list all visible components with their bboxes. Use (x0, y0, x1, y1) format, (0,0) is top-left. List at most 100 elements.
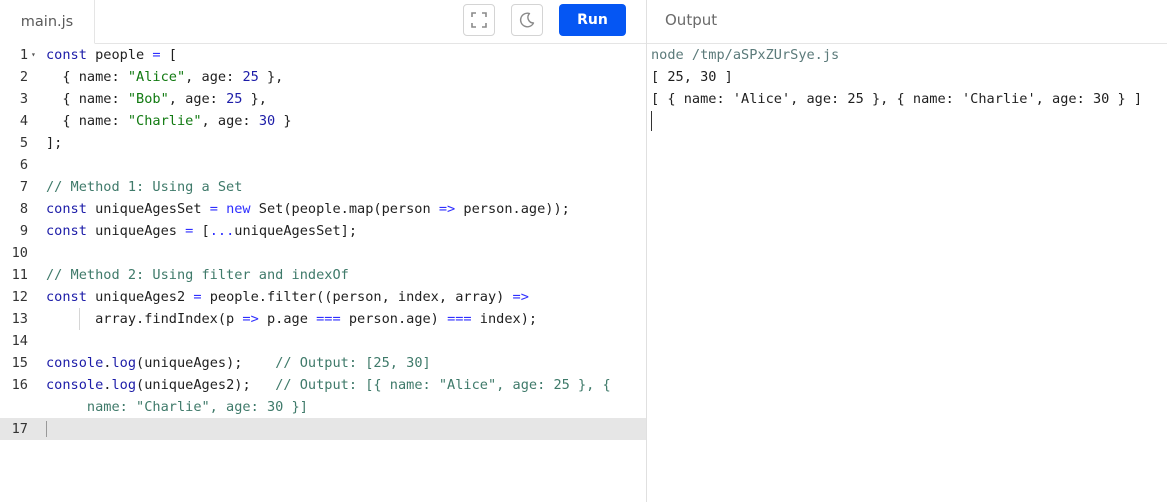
code-text: array.findIndex(p => p.age === person.ag… (46, 308, 537, 330)
code-token: const (46, 201, 87, 217)
fullscreen-button[interactable] (463, 4, 495, 36)
code-token: "Charlie" (127, 113, 202, 129)
code-token: { name: (46, 113, 128, 129)
line-number: 13 (11, 311, 28, 327)
code-text: const uniqueAges = [...uniqueAgesSet]; (46, 220, 357, 242)
line-number: 9 (19, 223, 28, 239)
code-token: console (46, 355, 104, 371)
code-line[interactable]: 12 const uniqueAges2 = people.filter((per… (0, 286, 647, 308)
code-token: p.age (258, 311, 317, 327)
code-token: console (46, 377, 104, 393)
fullscreen-icon (471, 12, 487, 28)
code-text: { name: "Bob", age: 25 }, (46, 88, 267, 110)
code-token: ... (209, 223, 235, 239)
code-line[interactable]: 10 (0, 242, 647, 264)
line-number: 16 (11, 377, 28, 393)
code-text: console.log(uniqueAges2); // Output: [{ … (46, 374, 611, 396)
code-line[interactable]: 4 { name: "Charlie", age: 30 } (0, 110, 647, 132)
code-editor[interactable]: 1 ▾ const people = [2 { name: "Alice", age… (0, 44, 647, 502)
text-cursor (46, 421, 47, 437)
code-token: } (275, 113, 292, 129)
editor-toolbar: main.js Run (0, 0, 647, 44)
code-token: "Alice" (127, 69, 186, 85)
line-number: 3 (19, 91, 28, 107)
code-token: === (316, 311, 341, 327)
moon-icon (519, 12, 535, 28)
code-token: (uniqueAges); (136, 355, 276, 371)
code-text: // Method 1: Using a Set (46, 176, 242, 198)
code-token: 25 (242, 69, 259, 85)
code-token: { name: (46, 91, 128, 107)
code-token: 30 (258, 113, 276, 129)
code-token: = (209, 201, 218, 217)
code-line[interactable]: 8 const uniqueAgesSet = new Set(people.ma… (0, 198, 647, 220)
output-pane: Output node /tmp/aSPxZUrSye.js [ 25, 30 … (647, 0, 1167, 502)
code-token: (uniqueAges2); (136, 377, 276, 393)
line-number: 4 (19, 113, 28, 129)
line-number: 7 (19, 179, 28, 195)
code-token: = (152, 47, 161, 63)
code-token: const (46, 289, 87, 305)
output-command-line: node /tmp/aSPxZUrSye.js (651, 47, 840, 63)
code-token: const (46, 47, 87, 63)
line-number: 17 (11, 421, 28, 437)
code-line[interactable]: 14 (0, 330, 647, 352)
code-line[interactable]: 15 console.log(uniqueAges); // Output: [2… (0, 352, 647, 374)
code-token: = (193, 289, 202, 305)
editor-pane: main.js Run 1 ▾ const people = [2 { name: … (0, 0, 647, 502)
code-token: "Bob" (127, 91, 169, 107)
code-token: uniqueAges (86, 223, 186, 239)
code-line[interactable]: 1 ▾ const people = [ (0, 44, 647, 66)
code-text: { name: "Charlie", age: 30 } (46, 110, 292, 132)
theme-toggle-button[interactable] (511, 4, 543, 36)
code-line[interactable]: 13 array.findIndex(p => p.age === person… (0, 308, 647, 330)
code-line[interactable]: 17 (0, 418, 647, 440)
code-token: === (447, 311, 472, 327)
code-token: // Method 2: Using filter and indexOf (46, 267, 349, 283)
code-text: const uniqueAges2 = people.filter((perso… (46, 286, 529, 308)
code-line[interactable]: 6 (0, 154, 647, 176)
fold-toggle-icon[interactable]: ▾ (31, 44, 36, 66)
code-line[interactable]: 3 { name: "Bob", age: 25 }, (0, 88, 647, 110)
run-button[interactable]: Run (559, 4, 626, 36)
line-number: 8 (19, 201, 28, 217)
line-number: 10 (11, 245, 28, 261)
code-line[interactable]: 2 { name: "Alice", age: 25 }, (0, 66, 647, 88)
code-text: const uniqueAgesSet = new Set(people.map… (46, 198, 570, 220)
code-token: // Output: [25, 30] (275, 355, 431, 371)
code-token: // Output: [{ name: "Alice", age: 25 }, … (275, 377, 611, 393)
line-number: 14 (11, 333, 28, 349)
output-title: Output (665, 11, 718, 29)
code-token: // Method 1: Using a Set (46, 179, 243, 195)
code-token: => (438, 201, 456, 217)
code-token: log (111, 355, 137, 371)
code-line[interactable]: 9 const uniqueAges = [...uniqueAgesSet]; (0, 220, 647, 242)
output-console[interactable]: node /tmp/aSPxZUrSye.js [ 25, 30 ] [ { n… (651, 44, 1167, 131)
code-token: name: "Charlie", age: 30 }] (46, 399, 308, 415)
code-line[interactable]: 7 // Method 1: Using a Set (0, 176, 647, 198)
code-line[interactable]: name: "Charlie", age: 30 }] (0, 396, 647, 418)
line-number: 15 (11, 355, 28, 371)
code-token: person.age) (340, 311, 448, 327)
code-token: uniqueAges2 (86, 289, 194, 305)
code-token: person.age)); (455, 201, 570, 217)
code-token: , age: (168, 91, 227, 107)
code-text: const people = [ (46, 44, 177, 66)
code-token: { name: (46, 69, 128, 85)
code-token: => (242, 311, 259, 327)
code-line[interactable]: 11 // Method 2: Using filter and indexOf (0, 264, 647, 286)
line-number: 6 (19, 157, 28, 173)
code-token: [ (193, 223, 210, 239)
code-text: { name: "Alice", age: 25 }, (46, 66, 283, 88)
output-header: Output (647, 0, 1167, 44)
code-text: console.log(uniqueAges); // Output: [25,… (46, 352, 431, 374)
code-line[interactable]: 16 console.log(uniqueAges2); // Output: [… (0, 374, 647, 396)
code-token: [ (160, 47, 177, 63)
code-text: ]; (46, 132, 62, 154)
file-tab-main-js[interactable]: main.js (0, 0, 95, 44)
code-text: // Method 2: Using filter and indexOf (46, 264, 349, 286)
code-token: people.filter((person, index, array) (201, 289, 513, 305)
code-text: name: "Charlie", age: 30 }] (46, 396, 308, 418)
code-line[interactable]: 5]; (0, 132, 647, 154)
code-token: ]; (46, 135, 63, 151)
